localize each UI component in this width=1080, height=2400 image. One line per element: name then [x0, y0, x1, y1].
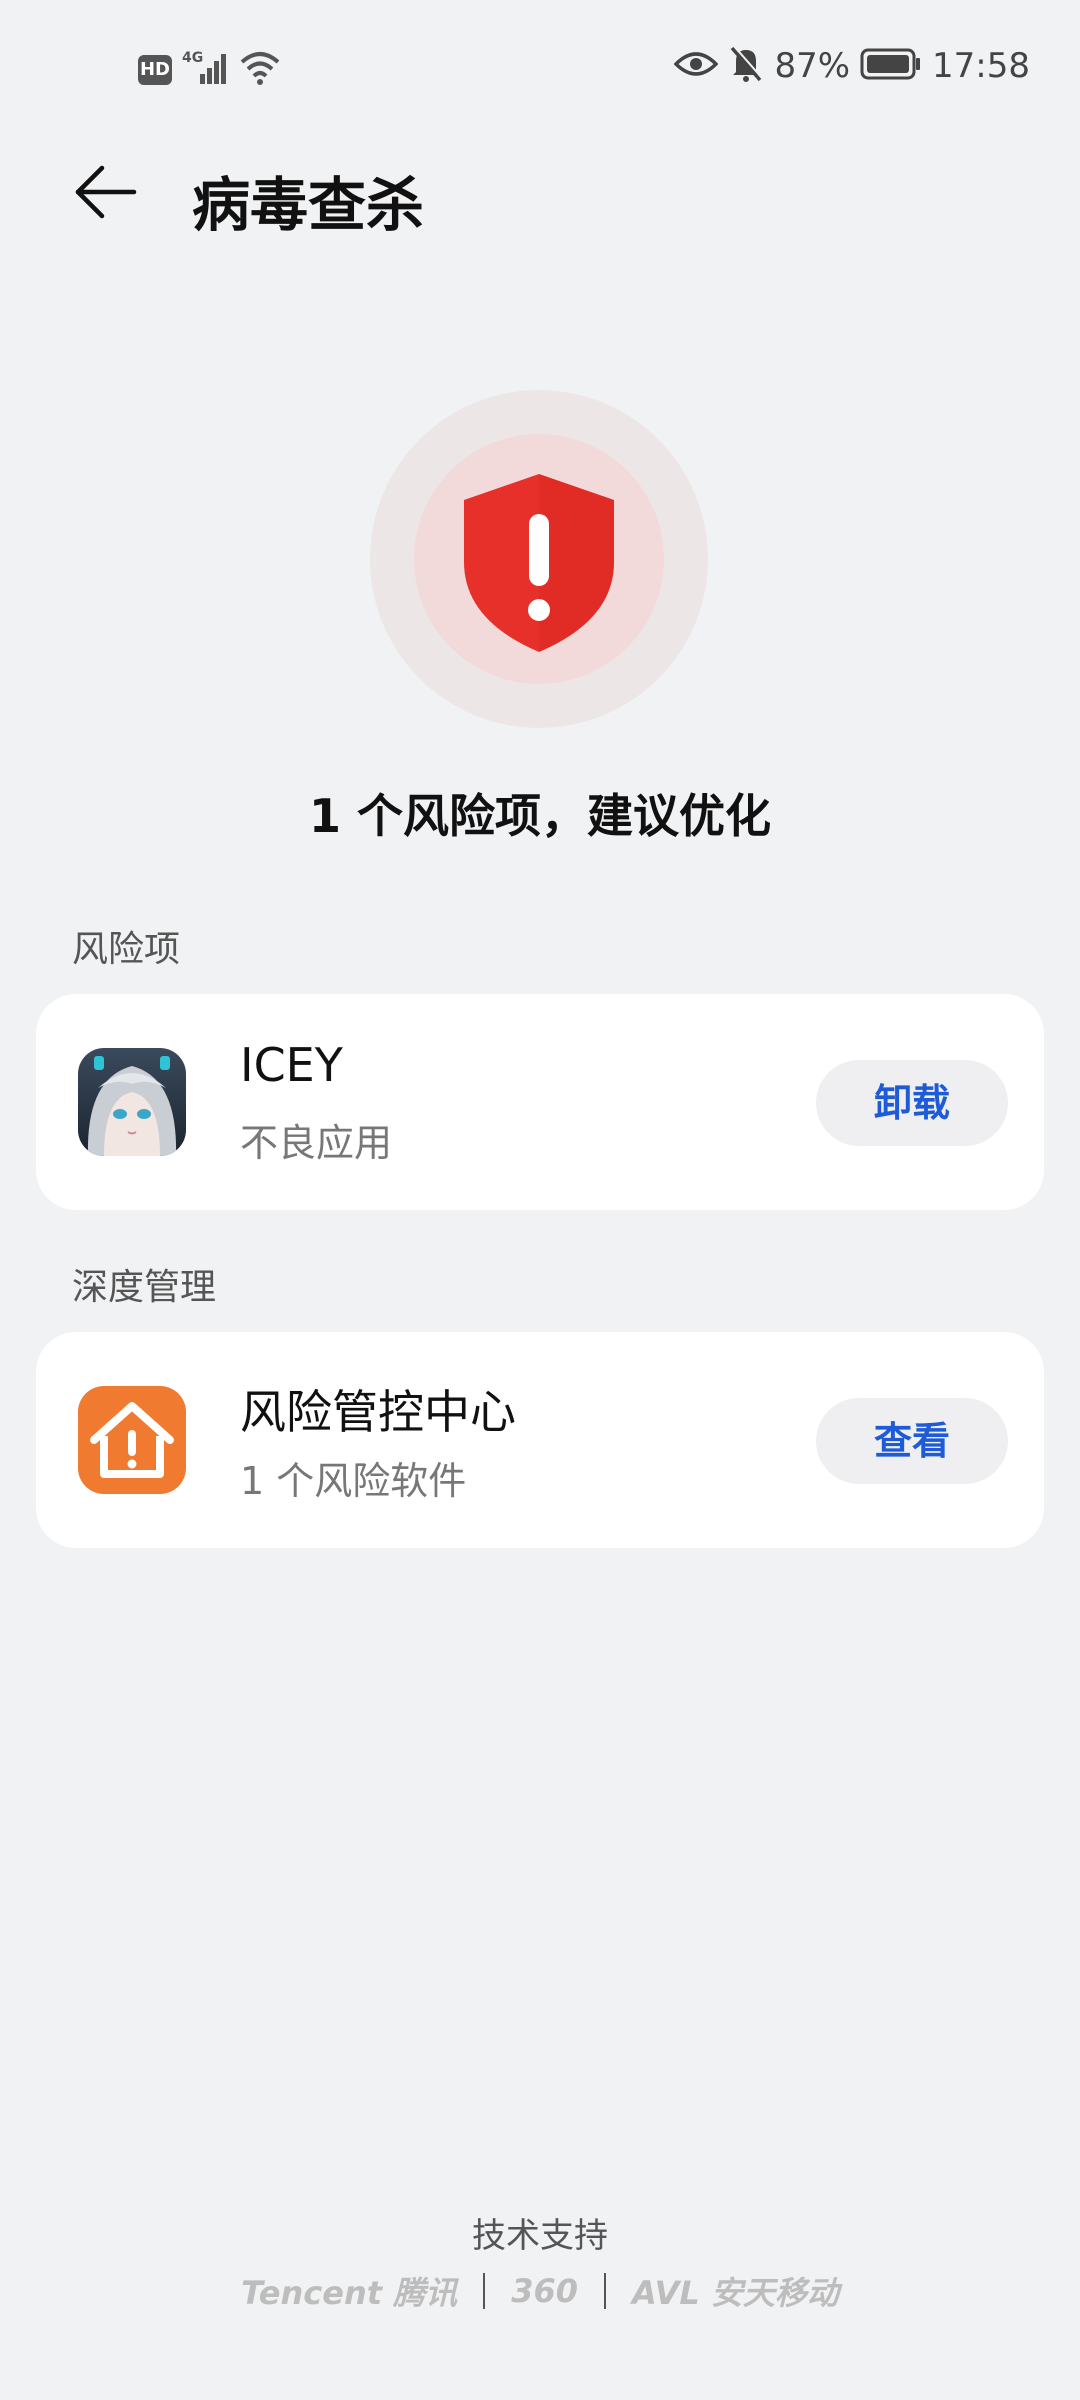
partner-logos: Tencent 腾讯 360 AVL 安天移动	[0, 2268, 1080, 2314]
page-title: 病毒查杀	[192, 171, 425, 239]
svg-text:4G: 4G	[182, 50, 203, 66]
header: 病毒查杀	[0, 150, 1080, 240]
signal-icon: 4G	[182, 48, 228, 92]
risk-control-center-icon	[78, 1386, 186, 1494]
back-arrow-icon	[75, 165, 137, 219]
status-bar: HD 4G 87% 17:58	[0, 40, 1080, 96]
warning-shield-icon	[458, 470, 620, 656]
hd-badge: HD	[138, 55, 172, 85]
icey-app-icon	[78, 1048, 186, 1156]
battery-percent: 87%	[774, 46, 851, 86]
eye-icon	[673, 48, 719, 84]
status-right: 87% 17:58	[673, 44, 1030, 88]
risk-item-card[interactable]: ICEY 不良应用 卸载	[36, 994, 1044, 1210]
uninstall-button[interactable]: 卸载	[816, 1060, 1008, 1146]
clock: 17:58	[932, 46, 1030, 86]
tech-support-label: 技术支持	[472, 2216, 608, 2256]
risk-control-subtitle: 1 个风险软件	[240, 1459, 467, 1503]
risk-control-title: 风险管控中心	[240, 1385, 516, 1439]
section-label-risk: 风险项	[72, 929, 181, 970]
status-left: HD 4G	[138, 48, 282, 92]
back-button[interactable]	[70, 158, 150, 238]
antiy-logo: AVL 安天移动	[631, 2274, 839, 2312]
logo-divider	[603, 2273, 606, 2309]
scan-summary: 1 个风险项，建议优化	[308, 789, 772, 843]
360-logo: 360	[511, 2272, 578, 2310]
risk-app-type: 不良应用	[240, 1121, 393, 1165]
view-button[interactable]: 查看	[816, 1398, 1008, 1484]
risk-control-card[interactable]: 风险管控中心 1 个风险软件 查看	[36, 1332, 1044, 1548]
battery-icon	[860, 48, 922, 84]
logo-divider	[483, 2273, 486, 2309]
risk-app-name: ICEY	[240, 1038, 343, 1092]
tencent-logo: Tencent 腾讯	[241, 2274, 458, 2312]
section-label-deep: 深度管理	[72, 1267, 217, 1308]
bell-muted-icon	[728, 44, 764, 88]
wifi-icon	[238, 48, 282, 92]
